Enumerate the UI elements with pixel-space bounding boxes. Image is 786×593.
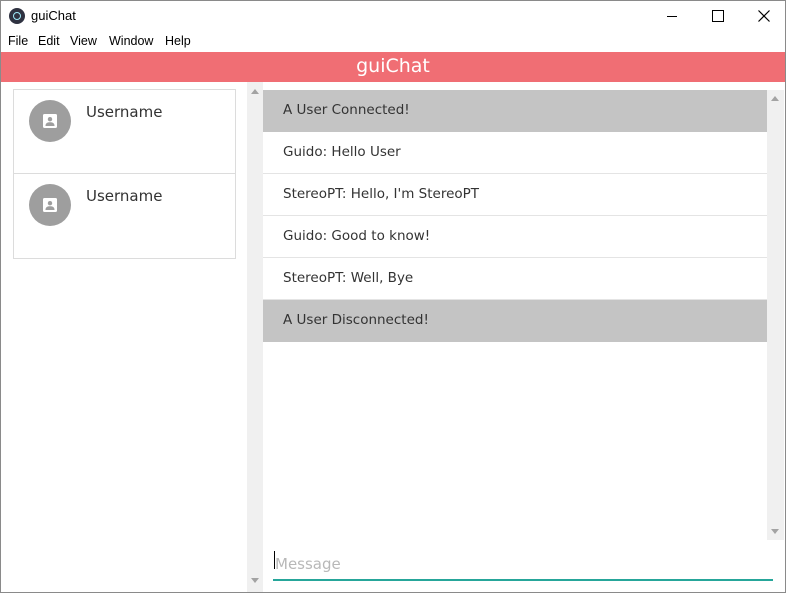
account-box-icon (43, 198, 57, 212)
app-window: guiChat File Edit View Window Help guiCh… (0, 0, 786, 593)
menu-view[interactable]: View (70, 34, 97, 48)
close-icon (758, 10, 770, 22)
message-composer (263, 540, 785, 592)
minimize-button[interactable] (649, 1, 695, 31)
account-box-icon (43, 114, 57, 128)
message-text: StereoPT: Well, Bye (283, 270, 414, 286)
username: Username (86, 103, 163, 121)
user-list: Username Username (13, 89, 236, 259)
text-caret (274, 551, 275, 569)
system-message: A User Connected! (263, 90, 767, 132)
users-scrollbar[interactable] (247, 82, 263, 592)
message-text: A User Disconnected! (283, 312, 429, 328)
user-list-item[interactable]: Username (14, 174, 235, 257)
window-title: guiChat (31, 8, 76, 23)
messages-scrollbar[interactable] (767, 90, 784, 540)
scroll-up-icon[interactable] (771, 96, 779, 101)
message-text: Guido: Good to know! (283, 228, 431, 244)
chat-message: StereoPT: Hello, I'm StereoPT (263, 174, 767, 216)
menu-bar: File Edit View Window Help (1, 31, 785, 51)
maximize-button[interactable] (695, 1, 741, 31)
message-text: A User Connected! (283, 102, 410, 118)
app-header: guiChat (1, 52, 785, 82)
title-bar[interactable]: guiChat (1, 1, 785, 31)
menu-file[interactable]: File (8, 34, 28, 48)
menu-window[interactable]: Window (109, 34, 153, 48)
scroll-up-icon[interactable] (251, 89, 259, 94)
page-title: guiChat (356, 55, 430, 77)
chat-message: Guido: Good to know! (263, 216, 767, 258)
scroll-down-icon[interactable] (771, 529, 779, 534)
avatar (29, 100, 71, 142)
message-list: A User Connected! Guido: Hello User Ster… (263, 90, 767, 540)
menu-edit[interactable]: Edit (38, 34, 60, 48)
username: Username (86, 187, 163, 205)
message-text: Guido: Hello User (283, 144, 401, 160)
chat-message: StereoPT: Well, Bye (263, 258, 767, 300)
user-list-item[interactable]: Username (14, 90, 235, 174)
users-panel: Username Username (1, 82, 247, 592)
avatar (29, 184, 71, 226)
message-input[interactable] (273, 549, 773, 581)
message-text: StereoPT: Hello, I'm StereoPT (283, 186, 480, 202)
chat-message: Guido: Hello User (263, 132, 767, 174)
close-button[interactable] (741, 1, 785, 31)
scroll-down-icon[interactable] (251, 578, 259, 583)
electron-app-icon (9, 8, 25, 24)
menu-help[interactable]: Help (165, 34, 191, 48)
system-message: A User Disconnected! (263, 300, 767, 342)
